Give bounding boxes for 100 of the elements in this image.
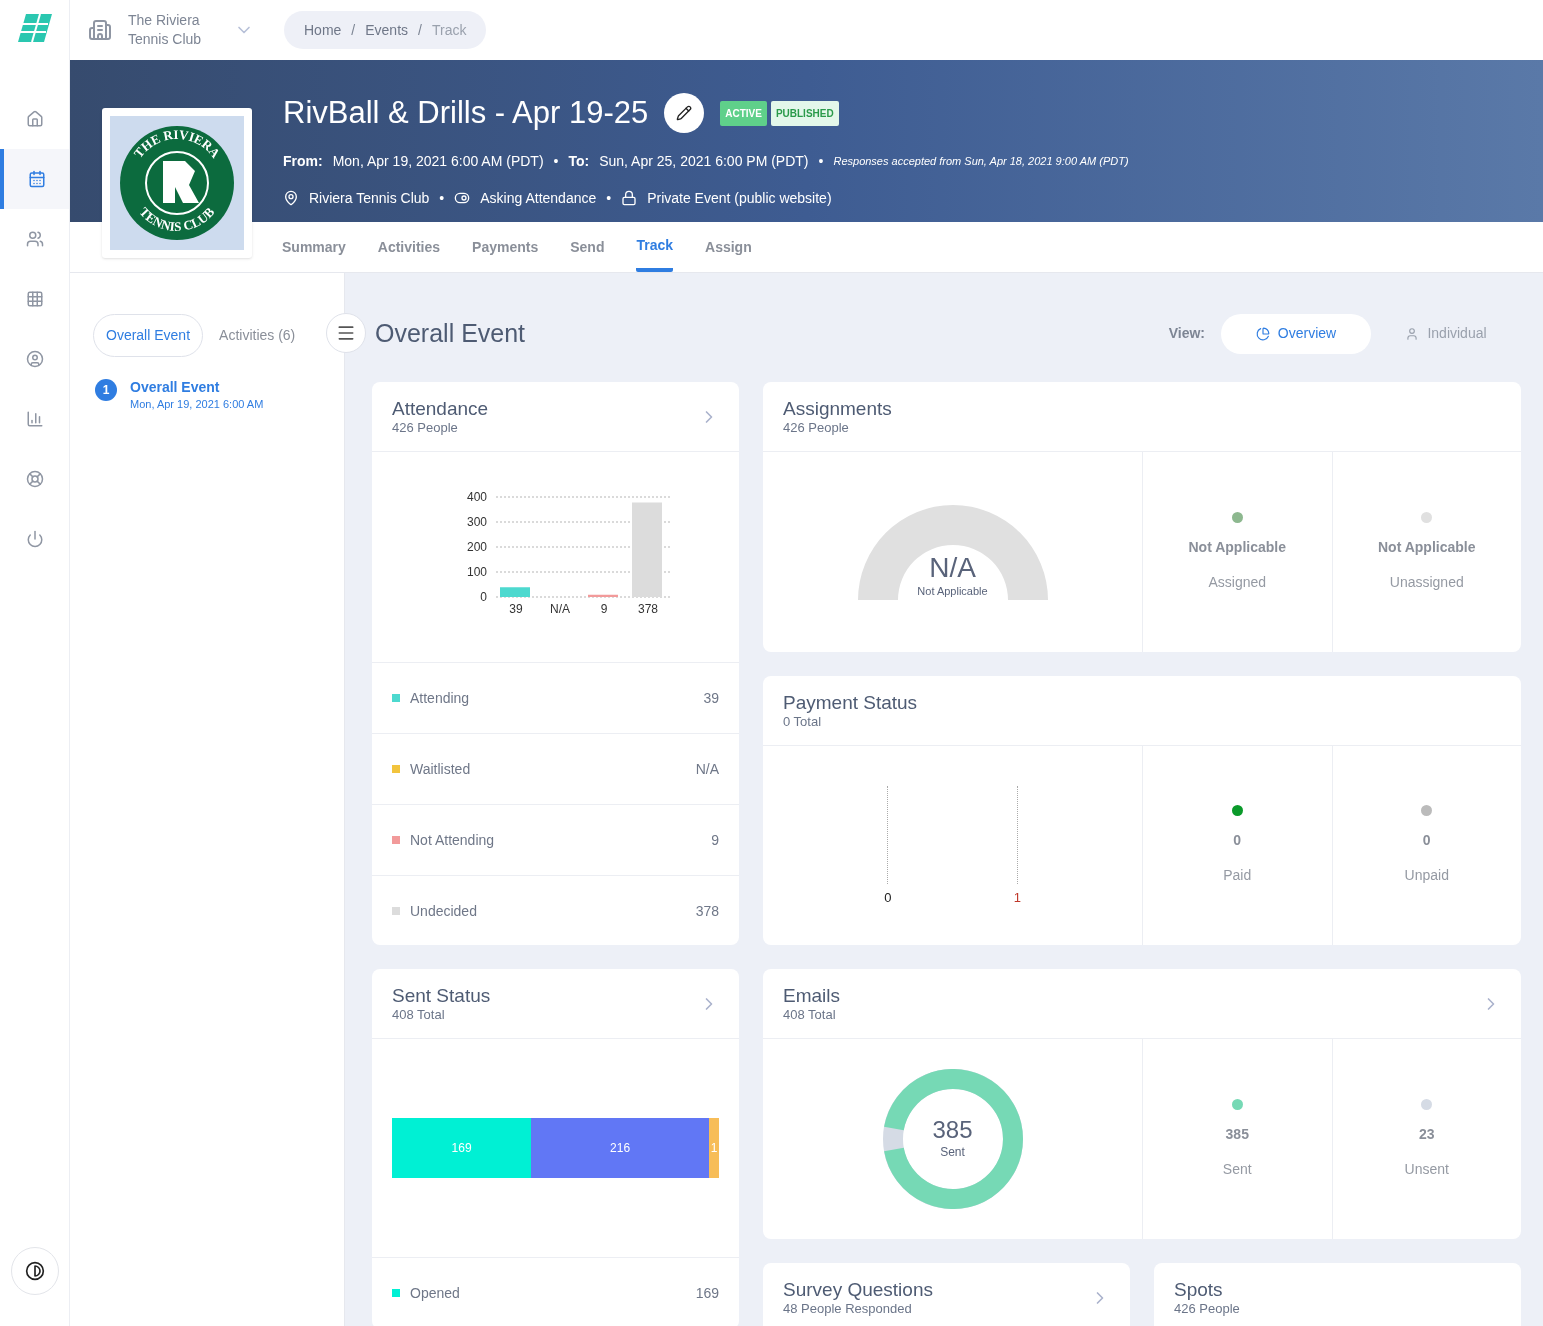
separator-dot: • [553,151,559,171]
stat-label: Assigned [1208,572,1267,592]
axis-tick-label: 300 [466,515,487,529]
breadcrumb-separator: / [351,20,356,40]
stat-label: Paid [1223,866,1252,885]
tab[interactable]: Activities [377,222,441,272]
legend-value: 39 [703,688,719,708]
from-date: Mon, Apr 19, 2021 6:00 AM (PDT) [332,151,544,171]
axis-tick-label: 400 [466,490,487,504]
bar-chart-icon [25,410,44,428]
legend-value: 378 [695,901,719,921]
tab[interactable]: Summary [282,222,346,272]
legend-label: Opened [410,1283,460,1303]
breadcrumb-link[interactable]: Events [365,19,409,41]
stat-value: Not Applicable [1188,537,1286,557]
menu-icon [336,323,356,343]
card-subtitle: 408 Total [392,1007,446,1022]
stat-value: 0 [1233,831,1242,850]
card-title: Sent Status [392,985,491,1007]
gauge-label: Not Applicable [917,584,988,599]
category-label: 39 [508,602,523,616]
panel-item-title[interactable]: Overall Event [130,379,264,396]
apps-grid-icon [25,290,44,308]
pie-chart-icon [1255,326,1270,341]
legend-label: Attending [410,688,470,708]
pencil-icon [676,105,693,122]
card-subtitle: 408 Total [783,1007,837,1022]
organization-name[interactable]: The Riviera Tennis Club [128,11,218,49]
to-date: Sun, Apr 25, 2021 6:00 PM (PDT) [599,151,809,171]
responses-note: Responses accepted from Sun, Apr 18, 2021 9:00 AM (PDT) [833,153,1129,169]
separator-dot: • [439,188,445,208]
step-number: 1 [95,379,117,401]
card-title: Assignments [783,398,892,420]
building-icon [88,18,112,42]
axis-tick-label: 0 [479,590,487,604]
from-label: From: [283,151,323,171]
event-title: RivBall & Drills - Apr 19-25 [283,94,649,132]
lock-icon [621,190,638,206]
person-icon [1405,326,1420,341]
event-detail: Asking Attendance [480,188,597,208]
view-toggle[interactable]: Overview [1221,313,1371,354]
axis-label: 1 [1013,889,1021,907]
lifebuoy-icon [25,470,44,488]
account-icon [25,350,44,368]
view-toggle[interactable]: Individual [1371,313,1521,354]
card-title: Survey Questions [783,1279,933,1301]
stat-value: 385 [1225,1124,1249,1144]
legend-label: Not Attending [410,830,495,850]
card-subtitle: 426 People [783,420,850,435]
card-subtitle: 48 People Responded [783,1301,913,1316]
breadcrumb-link[interactable]: Home [304,19,342,41]
tab[interactable]: Send [570,222,605,272]
axis-tick-label: 100 [466,565,487,579]
power-icon [25,530,44,548]
menu-toggle-button[interactable] [326,313,366,353]
category-label: 378 [637,602,658,616]
axis-label: 0 [884,889,892,907]
stat-label: Unassigned [1389,572,1464,592]
event-detail: Riviera Tennis Club [309,188,430,208]
stacked-bar-segment: 216 [531,1118,709,1178]
legend-value: 9 [711,830,719,850]
status-badge: ACTIVE [720,100,767,126]
tab[interactable]: Payments [472,222,539,272]
separator-dot: • [606,188,612,208]
home-icon [25,110,44,128]
panel-tab[interactable]: Activities (6) [207,314,308,357]
card-title: Attendance [392,398,489,420]
tab[interactable]: Assign [705,222,752,272]
stacked-bar-segment: 169 [392,1118,532,1178]
panel-item-date: Mon, Apr 19, 2021 6:00 AM [130,397,264,412]
stat-value: 0 [1422,831,1431,850]
stat-label: Sent [1222,1159,1252,1179]
gauge-value: N/A [929,553,976,583]
edit-button[interactable] [664,93,705,134]
donut-center-value: 385 [932,1117,973,1143]
breadcrumb-link[interactable]: Track [431,19,467,41]
card-subtitle: 426 People [392,420,459,435]
card-title: Emails [783,985,840,1007]
status-badge: PUBLISHED [770,100,839,126]
view-label: View: [1168,324,1205,343]
section-title: Overall Event [375,317,526,349]
legend-value: N/A [695,759,719,779]
users-icon [25,230,44,248]
nav-item[interactable] [0,149,69,209]
map-pin-icon [283,190,299,206]
app-logo-icon[interactable] [17,14,52,42]
toggles-icon [454,190,471,206]
card-subtitle: 426 People [1174,1301,1240,1316]
donut-center-label: Sent [940,1144,965,1161]
category-label: N/A [549,602,570,616]
legend-label: Undecided [410,901,477,921]
legend-label: Waitlisted [410,759,471,779]
stacked-bar-segment: 1 [709,1118,719,1178]
stat-label: Unsent [1404,1159,1449,1179]
legend-value: 169 [695,1283,719,1303]
separator-dot: • [818,151,824,171]
stat-value: Not Applicable [1378,537,1476,557]
event-detail: Private Event (public website) [647,188,832,208]
stat-value: 23 [1418,1124,1435,1144]
axis-tick-label: 200 [466,540,487,554]
